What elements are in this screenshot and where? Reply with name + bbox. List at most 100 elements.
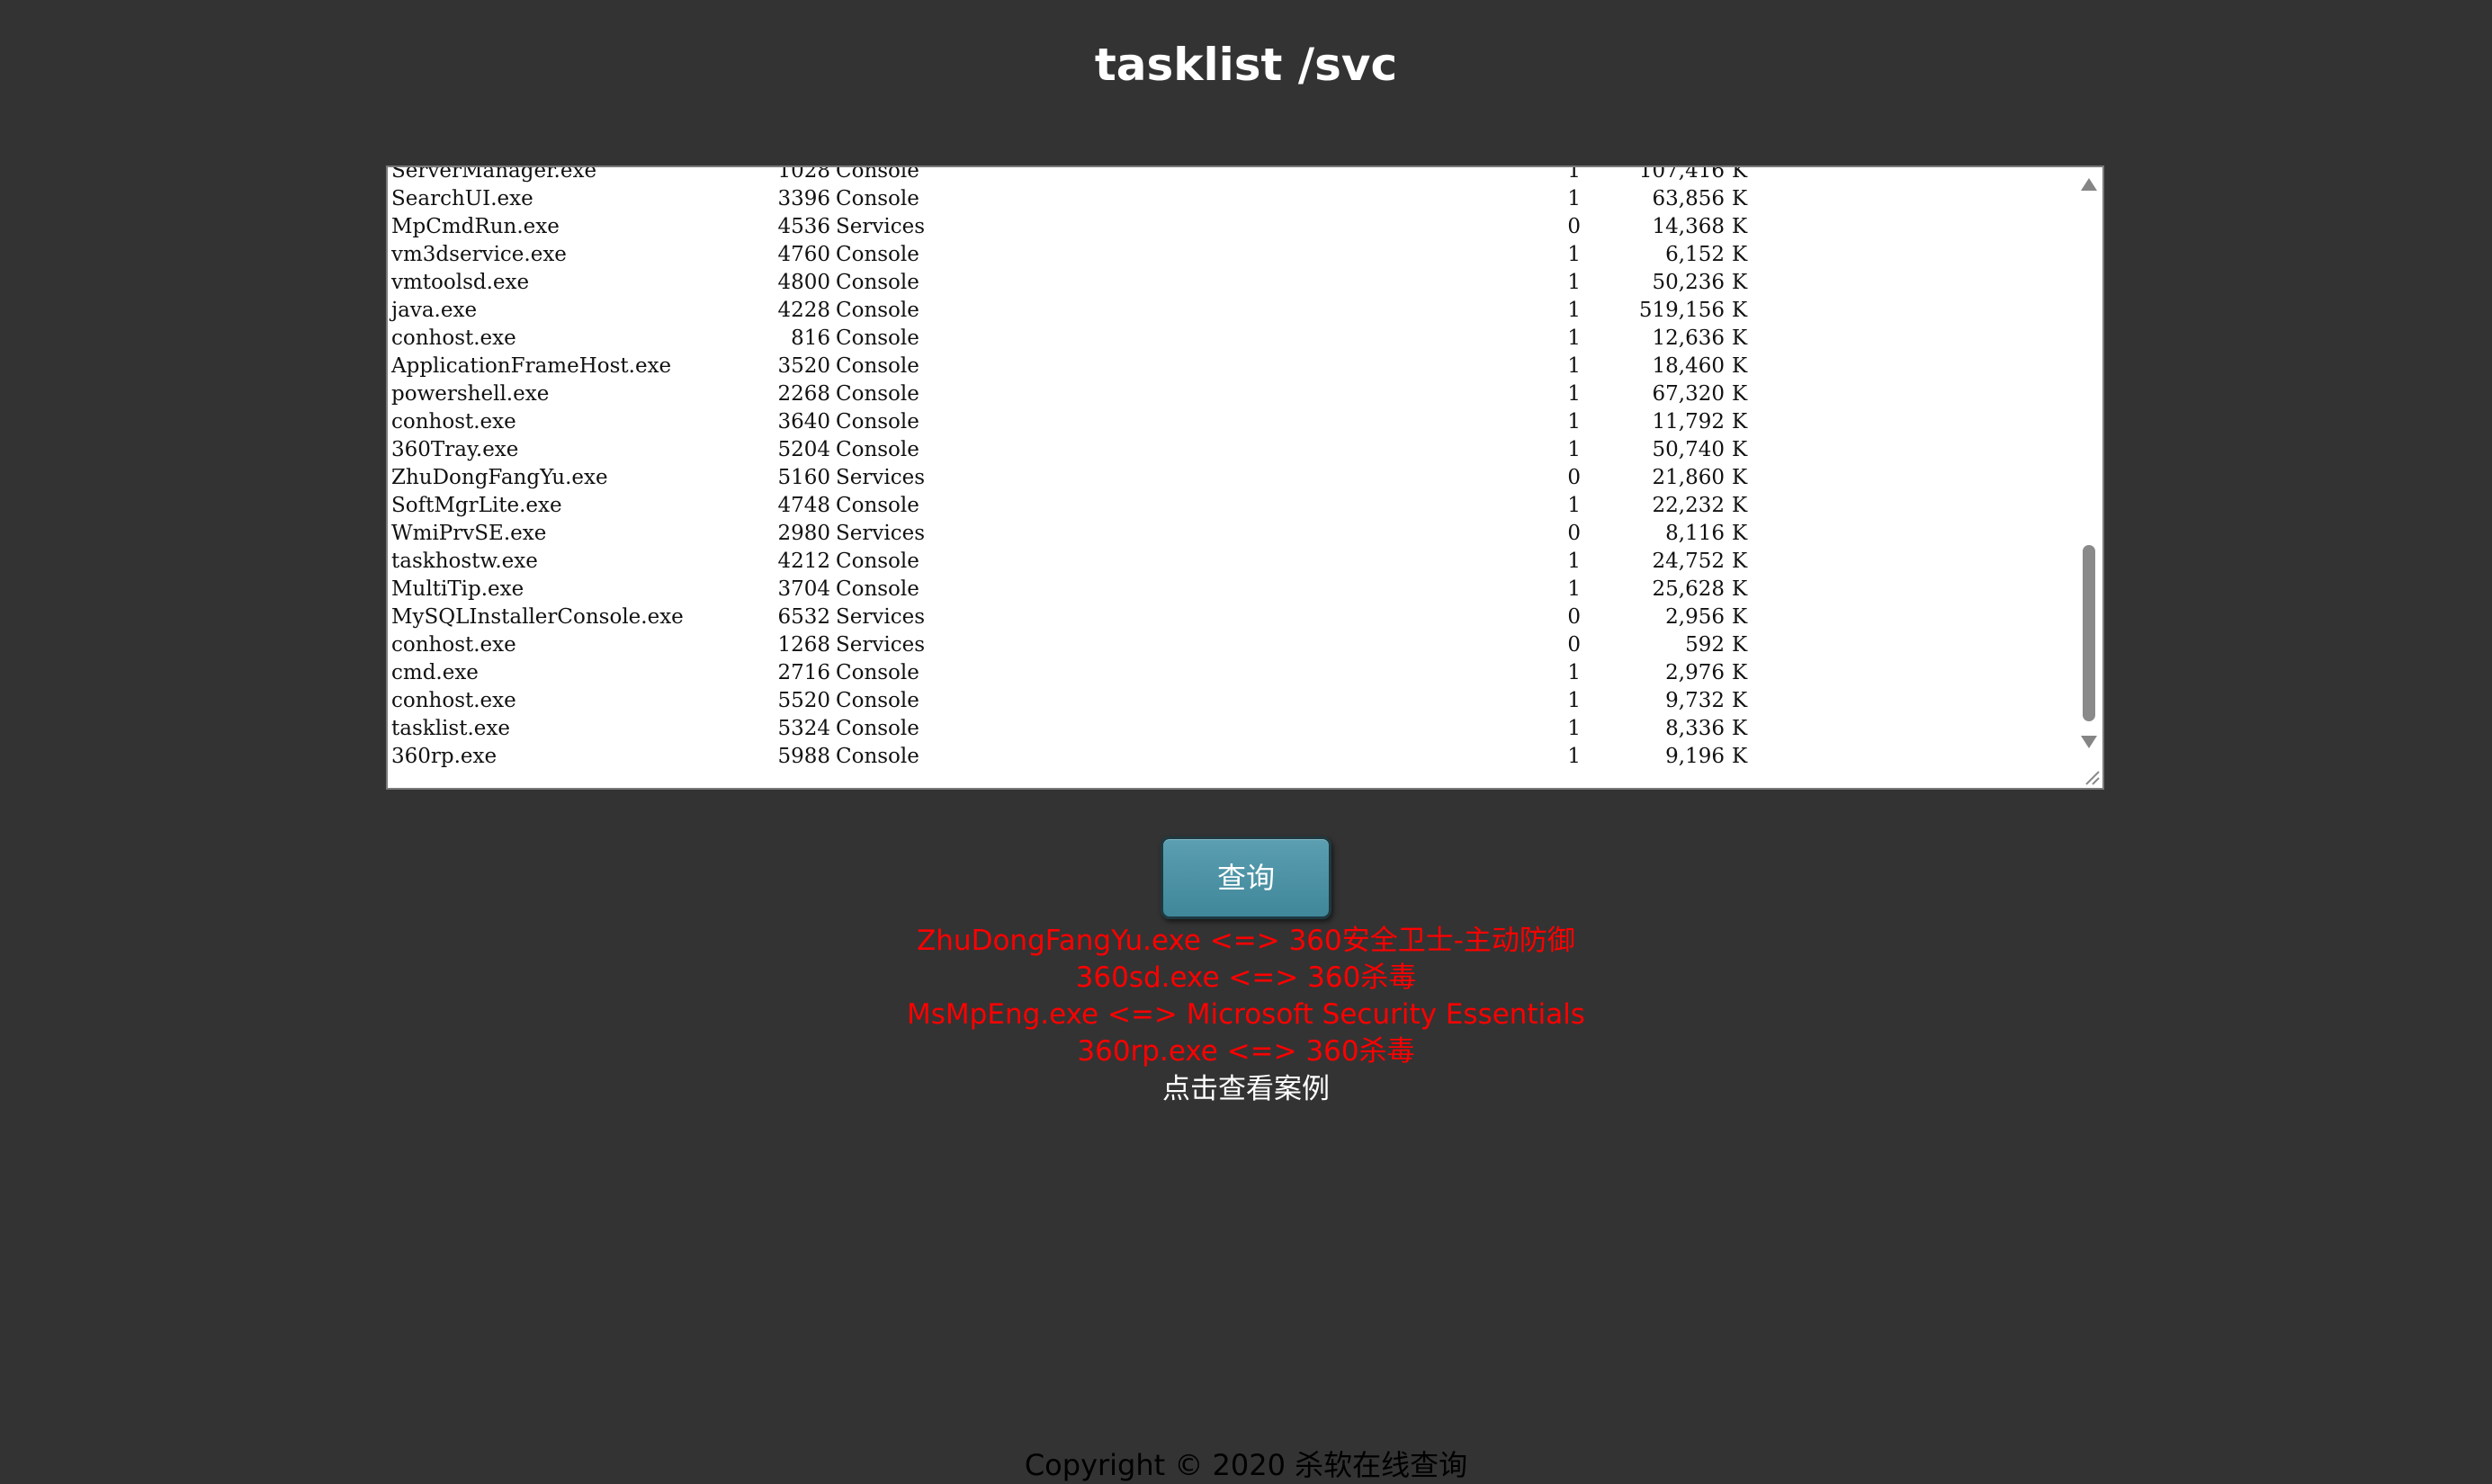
session-name: Console [836, 438, 919, 461]
session-number: 1 [1567, 494, 1581, 517]
memory-unit: K [1732, 326, 1748, 350]
memory-unit: K [1732, 466, 1748, 489]
process-name: MultiTip.exe [391, 577, 524, 601]
session-number: 0 [1567, 522, 1581, 545]
session-number: 0 [1567, 215, 1581, 238]
process-row: cmd.exe 2716 Console 1 2,976 K [391, 659, 2065, 687]
process-pid: 5204 [777, 438, 830, 461]
memory-unit: K [1732, 299, 1748, 322]
memory-usage: 50,740 [1652, 438, 1725, 461]
session-name: Console [836, 354, 919, 378]
process-pid: 5520 [777, 689, 830, 712]
memory-unit: K [1732, 717, 1748, 740]
memory-usage: 24,752 [1652, 550, 1725, 573]
process-row: WmiPrvSE.exe 2980 Services 0 8,116 K [391, 520, 2065, 548]
memory-usage: 11,792 [1652, 410, 1725, 434]
process-row: taskhostw.exe 4212 Console 1 24,752 K [391, 548, 2065, 576]
process-name: conhost.exe [391, 326, 516, 350]
process-pid: 6532 [777, 605, 830, 629]
memory-usage: 9,732 [1665, 689, 1725, 712]
session-number: 0 [1567, 605, 1581, 629]
memory-unit: K [1732, 577, 1748, 601]
session-number: 1 [1567, 661, 1581, 684]
memory-usage: 2,976 [1665, 661, 1725, 684]
memory-unit: K [1732, 745, 1748, 768]
match-result: 360rp.exe <=> 360杀毒 [1077, 1035, 1415, 1068]
memory-unit: K [1732, 494, 1748, 517]
session-name: Console [836, 187, 919, 210]
view-cases-link[interactable]: 点击查看案例 [0, 1070, 2492, 1108]
session-name: Console [836, 550, 919, 573]
tasklist-output-textarea[interactable]: ServerManager.exe 1028 Console 1 107,416 K Sea… [386, 165, 2104, 790]
session-name: Console [836, 717, 919, 740]
process-pid: 3704 [777, 577, 830, 601]
memory-unit: K [1732, 438, 1748, 461]
session-number: 1 [1567, 243, 1581, 266]
process-row: conhost.exe 3640 Console 1 11,792 K [391, 408, 2065, 436]
match-result: 360sd.exe <=> 360杀毒 [1075, 961, 1417, 994]
session-name: Services [836, 215, 926, 238]
scroll-up-arrow-icon[interactable] [2081, 178, 2097, 191]
memory-usage: 6,152 [1665, 243, 1725, 266]
session-name: Services [836, 605, 926, 629]
memory-usage: 21,860 [1652, 466, 1725, 489]
process-name: vm3dservice.exe [391, 243, 567, 266]
process-row: ApplicationFrameHost.exe 3520 Console 1 18,4… [391, 353, 2065, 380]
session-name: Console [836, 661, 919, 684]
session-number: 1 [1567, 382, 1581, 406]
session-number: 1 [1567, 271, 1581, 294]
memory-unit: K [1732, 633, 1748, 657]
session-number: 1 [1567, 577, 1581, 601]
memory-unit: K [1732, 522, 1748, 545]
memory-unit: K [1732, 382, 1748, 406]
process-name: 360Tray.exe [391, 438, 519, 461]
process-name: 360rp.exe [391, 745, 498, 768]
process-name: MySQLInstallerConsole.exe [391, 605, 684, 629]
session-number: 1 [1567, 299, 1581, 322]
tasklist-output-lines: ServerManager.exe 1028 Console 1 107,416 K Sea… [391, 165, 2065, 771]
memory-usage: 107,416 [1638, 165, 1725, 183]
process-pid: 5324 [777, 717, 830, 740]
process-pid: 4748 [777, 494, 830, 517]
process-pid: 816 [791, 326, 830, 350]
process-row: conhost.exe 816 Console 1 12,636 K [391, 325, 2065, 353]
process-row: MpCmdRun.exe 4536 Services 0 14,368 K [391, 213, 2065, 241]
process-row: SearchUI.exe 3396 Console 1 63,856 K [391, 185, 2065, 213]
memory-usage: 67,320 [1652, 382, 1725, 406]
memory-unit: K [1732, 165, 1748, 183]
memory-unit: K [1732, 605, 1748, 629]
session-number: 1 [1567, 326, 1581, 350]
process-row: vmtoolsd.exe 4800 Console 1 50,236 K [391, 269, 2065, 297]
session-name: Console [836, 410, 919, 434]
process-pid: 3640 [777, 410, 830, 434]
memory-usage: 2,956 [1665, 605, 1725, 629]
process-name: powershell.exe [391, 382, 550, 406]
process-name: ServerManager.exe [391, 165, 597, 183]
session-name: Services [836, 522, 926, 545]
resize-grip-icon[interactable] [2081, 766, 2101, 786]
session-number: 1 [1567, 550, 1581, 573]
process-row: conhost.exe 5520 Console 1 9,732 K [391, 687, 2065, 715]
process-name: taskhostw.exe [391, 550, 538, 573]
vertical-scrollbar[interactable] [2075, 167, 2102, 761]
memory-usage: 50,236 [1652, 271, 1725, 294]
session-number: 1 [1567, 689, 1581, 712]
process-pid: 4228 [777, 299, 830, 322]
process-name: conhost.exe [391, 633, 516, 657]
process-pid: 3396 [777, 187, 830, 210]
memory-usage: 8,336 [1665, 717, 1725, 740]
session-number: 0 [1567, 633, 1581, 657]
session-name: Services [836, 466, 926, 489]
page: tasklist /svc ServerManager.exe 1028 Conso… [0, 0, 2492, 1484]
memory-unit: K [1732, 689, 1748, 712]
scroll-down-arrow-icon[interactable] [2081, 736, 2097, 748]
session-number: 1 [1567, 745, 1581, 768]
match-result: ZhuDongFangYu.exe <=> 360安全卫士-主动防御 [917, 925, 1575, 957]
session-number: 1 [1567, 187, 1581, 210]
scrollbar-thumb[interactable] [2083, 545, 2095, 721]
query-button[interactable]: 查询 [1161, 836, 1331, 919]
session-number: 1 [1567, 410, 1581, 434]
process-row: vm3dservice.exe 4760 Console 1 6,152 K [391, 241, 2065, 269]
process-pid: 3520 [777, 354, 830, 378]
session-number: 1 [1567, 165, 1581, 183]
